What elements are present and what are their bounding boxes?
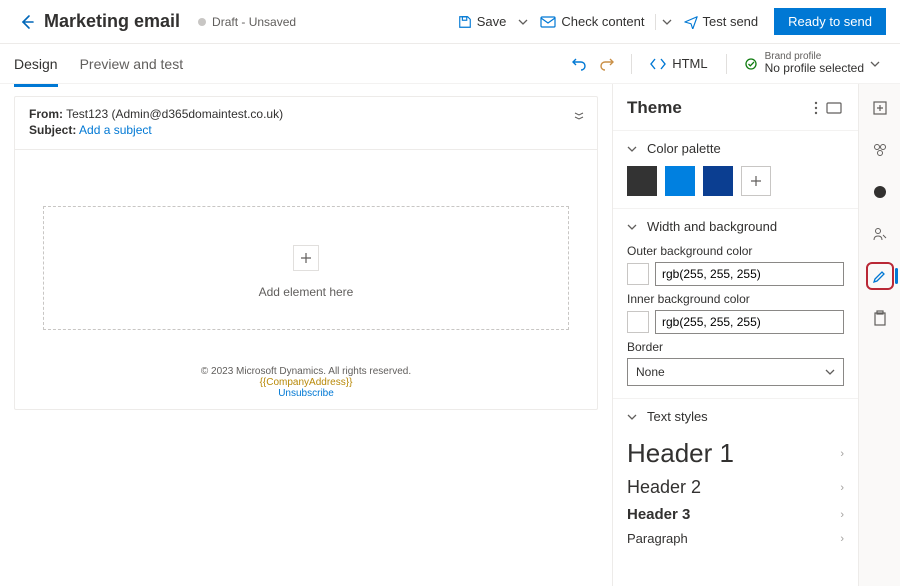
h3-label: Header 3 xyxy=(627,506,690,523)
save-chevron[interactable] xyxy=(514,17,532,27)
h2-label: Header 2 xyxy=(627,477,701,498)
undo-button[interactable] xyxy=(565,50,593,78)
chevron-right-icon: › xyxy=(840,509,844,521)
save-label: Save xyxy=(477,14,507,29)
separator xyxy=(631,54,632,74)
from-label: From: xyxy=(29,107,63,121)
html-label: HTML xyxy=(672,56,707,71)
text-style-h3[interactable]: Header 3 › xyxy=(627,502,844,527)
tab-preview[interactable]: Preview and test xyxy=(80,52,184,76)
section-text-label: Text styles xyxy=(647,409,708,424)
outer-bg-input[interactable] xyxy=(655,262,844,286)
inner-bg-label: Inner background color xyxy=(627,292,844,306)
outer-bg-swatch[interactable] xyxy=(627,263,649,285)
palette-add-button[interactable] xyxy=(741,166,771,196)
drop-zone[interactable]: Add element here xyxy=(43,206,569,330)
rail-clipboard-button[interactable] xyxy=(866,304,894,332)
chevron-right-icon: › xyxy=(840,482,844,494)
inner-bg-input[interactable] xyxy=(655,310,844,334)
brand-badge-icon xyxy=(743,56,759,72)
brand-profile-selector[interactable]: Brand profile No profile selected xyxy=(737,47,886,79)
chevron-down-icon xyxy=(870,59,880,69)
check-chevron[interactable] xyxy=(658,17,676,27)
panel-more-button[interactable] xyxy=(810,99,822,117)
palette-swatch-1[interactable] xyxy=(627,166,657,196)
brand-main-label: No profile selected xyxy=(765,62,864,75)
rail-layout-button[interactable] xyxy=(866,136,894,164)
status-text: Draft - Unsaved xyxy=(212,15,296,29)
rail-settings-button[interactable] xyxy=(866,178,894,206)
text-style-h1[interactable]: Header 1 › xyxy=(627,434,844,473)
rail-personalize-button[interactable] xyxy=(866,220,894,248)
chevron-down-icon xyxy=(627,222,637,232)
test-label: Test send xyxy=(703,14,759,29)
section-color-palette[interactable]: Color palette xyxy=(627,141,844,156)
check-label: Check content xyxy=(561,14,644,29)
test-send-button[interactable]: Test send xyxy=(676,10,767,33)
section-width-label: Width and background xyxy=(647,219,777,234)
save-button[interactable]: Save xyxy=(450,10,515,33)
h1-label: Header 1 xyxy=(627,438,734,469)
panel-title: Theme xyxy=(627,98,810,118)
footer-copyright: © 2023 Microsoft Dynamics. All rights re… xyxy=(15,366,597,377)
palette-swatch-2[interactable] xyxy=(665,166,695,196)
separator xyxy=(655,14,656,30)
from-row: From: Test123 (Admin@d365domaintest.co.u… xyxy=(29,107,583,121)
section-text-styles[interactable]: Text styles xyxy=(627,409,844,424)
inner-bg-swatch[interactable] xyxy=(627,311,649,333)
text-style-paragraph[interactable]: Paragraph › xyxy=(627,527,844,550)
para-label: Paragraph xyxy=(627,531,688,546)
rail-add-button[interactable] xyxy=(866,94,894,122)
rail-theme-button[interactable] xyxy=(866,262,894,290)
ready-to-send-button[interactable]: Ready to send xyxy=(774,8,886,35)
chevron-down-icon xyxy=(627,144,637,154)
panel-device-button[interactable] xyxy=(822,100,846,116)
border-value: None xyxy=(636,365,665,379)
subject-label: Subject: xyxy=(29,123,76,137)
border-label: Border xyxy=(627,340,844,354)
subject-link[interactable]: Add a subject xyxy=(79,123,152,137)
chevron-down-icon xyxy=(627,412,637,422)
chevron-right-icon: › xyxy=(840,448,844,460)
redo-button[interactable] xyxy=(593,50,621,78)
draft-status: Draft - Unsaved xyxy=(198,15,296,29)
subject-row: Subject: Add a subject xyxy=(29,123,583,137)
email-footer: © 2023 Microsoft Dynamics. All rights re… xyxy=(15,360,597,409)
section-palette-label: Color palette xyxy=(647,141,721,156)
page-title: Marketing email xyxy=(44,11,180,32)
tab-design[interactable]: Design xyxy=(14,52,58,76)
status-dot-icon xyxy=(198,18,206,26)
text-style-h2[interactable]: Header 2 › xyxy=(627,473,844,502)
footer-company: {{CompanyAddress}} xyxy=(15,377,597,388)
plus-icon xyxy=(300,252,312,264)
expand-header-button[interactable] xyxy=(573,109,585,121)
chevron-down-icon xyxy=(825,367,835,377)
plus-icon xyxy=(750,175,762,187)
chevron-right-icon: › xyxy=(840,533,844,545)
drop-text: Add element here xyxy=(259,285,354,299)
html-button[interactable]: HTML xyxy=(642,52,715,75)
from-value: Test123 (Admin@d365domaintest.co.uk) xyxy=(66,107,283,121)
section-width-background[interactable]: Width and background xyxy=(627,219,844,234)
palette-swatch-3[interactable] xyxy=(703,166,733,196)
separator xyxy=(726,54,727,74)
back-button[interactable] xyxy=(14,9,40,35)
border-select[interactable]: None xyxy=(627,358,844,386)
check-content-button[interactable]: Check content xyxy=(532,10,652,33)
add-element-button[interactable] xyxy=(293,245,319,271)
outer-bg-label: Outer background color xyxy=(627,244,844,258)
footer-unsubscribe[interactable]: Unsubscribe xyxy=(15,388,597,399)
